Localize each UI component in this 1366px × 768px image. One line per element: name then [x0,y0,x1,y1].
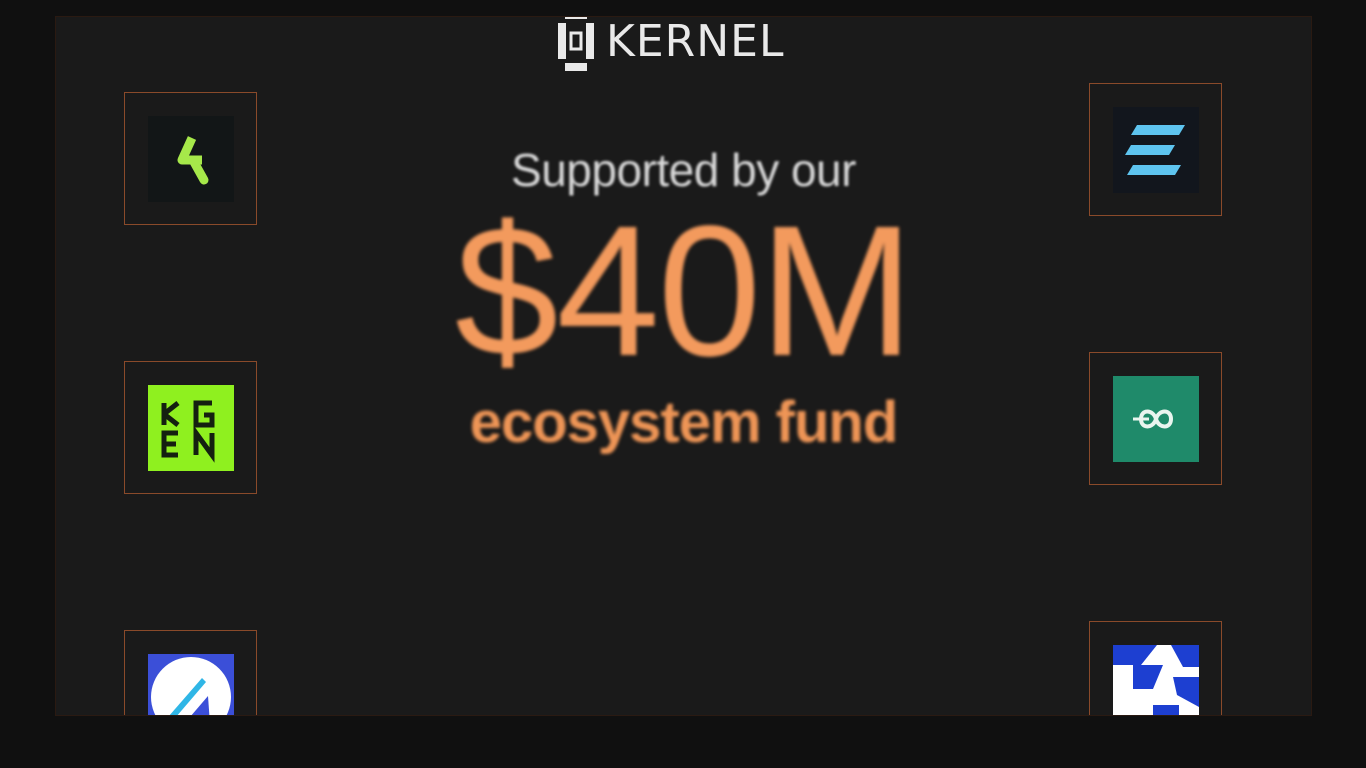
partner-card-6[interactable] [1089,621,1222,715]
ecosystem-fund-panel: KERNEL Supported by our $40M ecosystem f… [55,16,1312,716]
blue-geometric-logo-icon [1113,645,1199,715]
partner-card-3[interactable] [124,630,257,715]
kernel-brand: KERNEL [556,16,785,71]
blue-a-logo-icon [148,654,234,715]
partner-card-5[interactable] [1089,352,1222,485]
kgen-logo-icon [148,385,234,471]
partner-card-2[interactable] [124,361,257,494]
brand-name: KERNEL [606,16,785,67]
partner-card-4[interactable] [1089,83,1222,216]
infinity-eo-logo-icon [1113,376,1199,462]
blue-e-logo-icon [1113,107,1199,193]
lime-k-logo-icon [148,116,234,202]
partner-card-1[interactable] [124,92,257,225]
kernel-logo-icon [556,17,596,71]
